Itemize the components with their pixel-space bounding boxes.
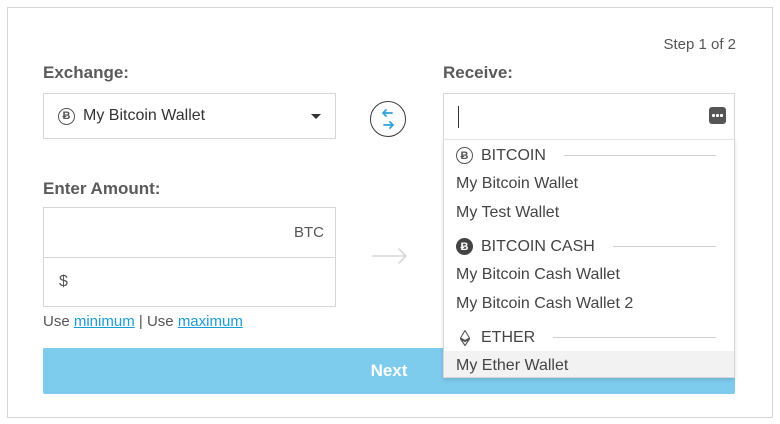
receive-search-input[interactable]	[444, 94, 734, 139]
exchange-wallet-select[interactable]: Ƀ My Bitcoin Wallet	[43, 93, 336, 139]
limits-line: Use minimum | Use maximum	[43, 313, 243, 330]
step-indicator: Step 1 of 2	[663, 36, 736, 53]
receive-wallet-search[interactable]	[443, 93, 735, 139]
separator: |	[138, 313, 143, 330]
swap-arrows-icon	[382, 109, 394, 129]
group-divider	[563, 155, 716, 156]
wallet-option[interactable]: My Bitcoin Cash Wallet 2	[444, 289, 734, 318]
group-divider	[612, 246, 716, 247]
arrow-right-icon	[372, 248, 407, 264]
group-header-bitcoin-cash: Ƀ BITCOIN CASH	[444, 233, 734, 260]
receive-wallet-dropdown: Ƀ BITCOIN My Bitcoin Wallet My Test Wall…	[443, 139, 735, 378]
group-header-bitcoin: Ƀ BITCOIN	[444, 142, 734, 169]
ether-icon	[456, 329, 473, 346]
use-text: Use	[146, 313, 174, 330]
group-name: BITCOIN	[481, 146, 546, 164]
crypto-amount-input[interactable]	[44, 208, 335, 257]
exchange-label: Exchange:	[43, 63, 129, 82]
wallet-option[interactable]: My Bitcoin Cash Wallet	[444, 260, 734, 289]
fiat-amount-input[interactable]	[44, 258, 335, 306]
crypto-unit: BTC	[294, 224, 324, 241]
group-name: ETHER	[481, 328, 536, 346]
group-name: BITCOIN CASH	[481, 237, 595, 255]
use-text: Use	[43, 313, 70, 330]
fiat-amount-row: $	[44, 257, 335, 306]
minimum-link[interactable]: minimum	[74, 313, 135, 330]
bitcoin-icon: Ƀ	[58, 107, 75, 125]
wallet-option[interactable]: My Bitcoin Wallet	[444, 169, 734, 198]
text-cursor	[458, 106, 459, 128]
group-header-ether: ETHER	[444, 324, 734, 351]
amount-inputs: BTC $	[43, 207, 336, 307]
wallet-option[interactable]: My Test Wallet	[444, 198, 734, 227]
swap-button[interactable]	[370, 101, 406, 137]
amount-label: Enter Amount:	[43, 179, 161, 198]
exchange-selected-wallet: My Bitcoin Wallet	[83, 107, 206, 124]
keyboard-icon[interactable]	[709, 107, 726, 124]
receive-label: Receive:	[443, 63, 513, 82]
bitcoin-outline-icon: Ƀ	[456, 147, 473, 164]
chevron-down-icon	[311, 114, 321, 119]
bitcoin-cash-filled-icon: Ƀ	[456, 238, 473, 255]
wallet-option[interactable]: My Ether Wallet	[444, 351, 734, 377]
crypto-amount-row: BTC	[44, 208, 335, 257]
maximum-link[interactable]: maximum	[178, 313, 243, 330]
group-divider	[553, 337, 716, 338]
